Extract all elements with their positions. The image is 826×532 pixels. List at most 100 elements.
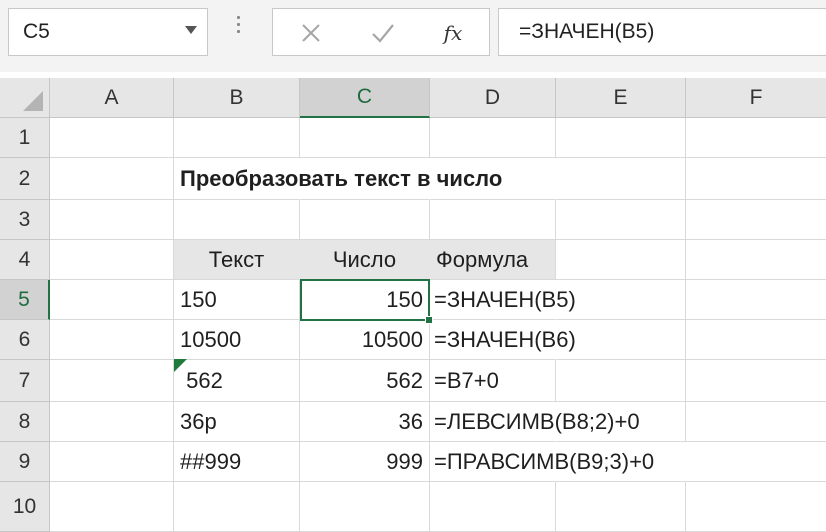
- cell-c7[interactable]: 562: [300, 360, 430, 402]
- row-label: 3: [18, 207, 31, 231]
- cell-c9[interactable]: 999: [300, 442, 430, 482]
- cell-c8[interactable]: 36: [300, 402, 430, 442]
- cell-a3[interactable]: [50, 200, 174, 240]
- row-label: 2: [18, 166, 31, 190]
- cell-f7[interactable]: [686, 360, 826, 402]
- cell-f10[interactable]: [686, 482, 826, 532]
- name-box[interactable]: C5: [8, 8, 208, 56]
- cell-d8[interactable]: =ЛЕВСИМВ(B8;2)+0: [430, 402, 640, 442]
- row-header-4[interactable]: 4: [0, 240, 50, 280]
- cell-d9[interactable]: =ПРАВСИМВ(B9;3)+0: [430, 442, 654, 482]
- cell-e9[interactable]: [556, 442, 686, 482]
- cell-c2[interactable]: [300, 158, 430, 200]
- cell-b7[interactable]: 562: [174, 360, 300, 402]
- cell-a5[interactable]: [50, 280, 174, 320]
- formula-text: =ЗНАЧЕН(B5): [519, 20, 655, 43]
- cell-b10[interactable]: [174, 482, 300, 532]
- select-all-button[interactable]: [0, 78, 50, 118]
- row-header-5[interactable]: 5: [0, 280, 50, 320]
- cell-f9[interactable]: [686, 442, 826, 482]
- row-header-10[interactable]: 10: [0, 482, 50, 532]
- cell-c3[interactable]: [300, 200, 430, 240]
- cell-a9[interactable]: [50, 442, 174, 482]
- table-header-formula: Формула: [436, 246, 529, 272]
- column-header-e[interactable]: E: [556, 78, 686, 118]
- row-header-6[interactable]: 6: [0, 320, 50, 360]
- cell-d6[interactable]: =ЗНАЧЕН(B6): [430, 320, 576, 360]
- column-header-d[interactable]: D: [430, 78, 556, 118]
- cell-a10[interactable]: [50, 482, 174, 532]
- cell-c10[interactable]: [300, 482, 430, 532]
- cell-d5[interactable]: =ЗНАЧЕН(B5): [430, 280, 576, 320]
- cell-f1[interactable]: [686, 118, 826, 158]
- cell-value: 999: [386, 448, 423, 474]
- fill-handle[interactable]: [425, 316, 433, 324]
- cell-e3[interactable]: [556, 200, 686, 240]
- cell-b2[interactable]: Преобразовать текст в число: [174, 158, 502, 200]
- cell-e4[interactable]: [556, 240, 686, 280]
- cell-f8[interactable]: [686, 402, 826, 442]
- cell-f4[interactable]: [686, 240, 826, 280]
- cell-c5[interactable]: 150: [300, 280, 430, 320]
- error-indicator-icon[interactable]: [174, 359, 187, 372]
- row-header-1[interactable]: 1: [0, 118, 50, 158]
- column-header-f[interactable]: F: [686, 78, 826, 118]
- chevron-down-icon[interactable]: [185, 26, 197, 34]
- cell-a7[interactable]: [50, 360, 174, 402]
- cell-e5[interactable]: [556, 280, 686, 320]
- cell-a8[interactable]: [50, 402, 174, 442]
- cell-a6[interactable]: [50, 320, 174, 360]
- row-label: 6: [18, 327, 31, 351]
- row-header-2[interactable]: 2: [0, 158, 50, 200]
- cell-b4[interactable]: Текст: [174, 240, 300, 280]
- cell-a4[interactable]: [50, 240, 174, 280]
- column-label: F: [749, 85, 763, 109]
- cell-e7[interactable]: [556, 360, 686, 402]
- row-header-9[interactable]: 9: [0, 442, 50, 482]
- cell-b3[interactable]: [174, 200, 300, 240]
- cell-a2[interactable]: [50, 158, 174, 200]
- row-header-8[interactable]: 8: [0, 402, 50, 442]
- cell-f3[interactable]: [686, 200, 826, 240]
- formula-input[interactable]: =ЗНАЧЕН(B5): [498, 8, 826, 56]
- cell-b9[interactable]: ##999: [174, 442, 300, 482]
- close-icon[interactable]: [291, 15, 331, 51]
- cell-d10[interactable]: [430, 482, 556, 532]
- cell-d4[interactable]: Формула: [430, 240, 556, 280]
- cell-e2[interactable]: [556, 158, 686, 200]
- fx-label: fx: [443, 21, 463, 45]
- cell-c4[interactable]: Число: [300, 240, 430, 280]
- cell-f5[interactable]: [686, 280, 826, 320]
- cell-e8[interactable]: [556, 402, 686, 442]
- row-header-3[interactable]: 3: [0, 200, 50, 240]
- cell-e1[interactable]: [556, 118, 686, 158]
- cell-b5[interactable]: 150: [174, 280, 300, 320]
- cell-d2[interactable]: [430, 158, 556, 200]
- name-box-value: C5: [23, 20, 50, 43]
- more-options-icon[interactable]: [235, 16, 241, 40]
- cell-f6[interactable]: [686, 320, 826, 360]
- column-header-b[interactable]: B: [174, 78, 300, 118]
- cell-d1[interactable]: [430, 118, 556, 158]
- cell-c6[interactable]: 10500: [300, 320, 430, 360]
- cell-c1[interactable]: [300, 118, 430, 158]
- cell-d7[interactable]: =B7+0: [430, 360, 556, 402]
- row-label: 5: [18, 287, 30, 311]
- cell-b1[interactable]: [174, 118, 300, 158]
- cell-f2[interactable]: [686, 158, 826, 200]
- cell-value: 10500: [180, 326, 242, 352]
- cell-value: 36р: [180, 408, 217, 434]
- column-header-a[interactable]: A: [50, 78, 174, 118]
- cell-d3[interactable]: [430, 200, 556, 240]
- cell-e6[interactable]: [556, 320, 686, 360]
- row-label: 1: [18, 125, 31, 149]
- fx-icon[interactable]: fx: [433, 15, 473, 51]
- cell-a1[interactable]: [50, 118, 174, 158]
- row-header-7[interactable]: 7: [0, 360, 50, 402]
- column-header-c[interactable]: C: [300, 78, 430, 118]
- table-header-number: Число: [332, 246, 397, 272]
- cell-e10[interactable]: [556, 482, 686, 532]
- cell-b8[interactable]: 36р: [174, 402, 300, 442]
- cell-b6[interactable]: 10500: [174, 320, 300, 360]
- check-icon[interactable]: [363, 15, 403, 51]
